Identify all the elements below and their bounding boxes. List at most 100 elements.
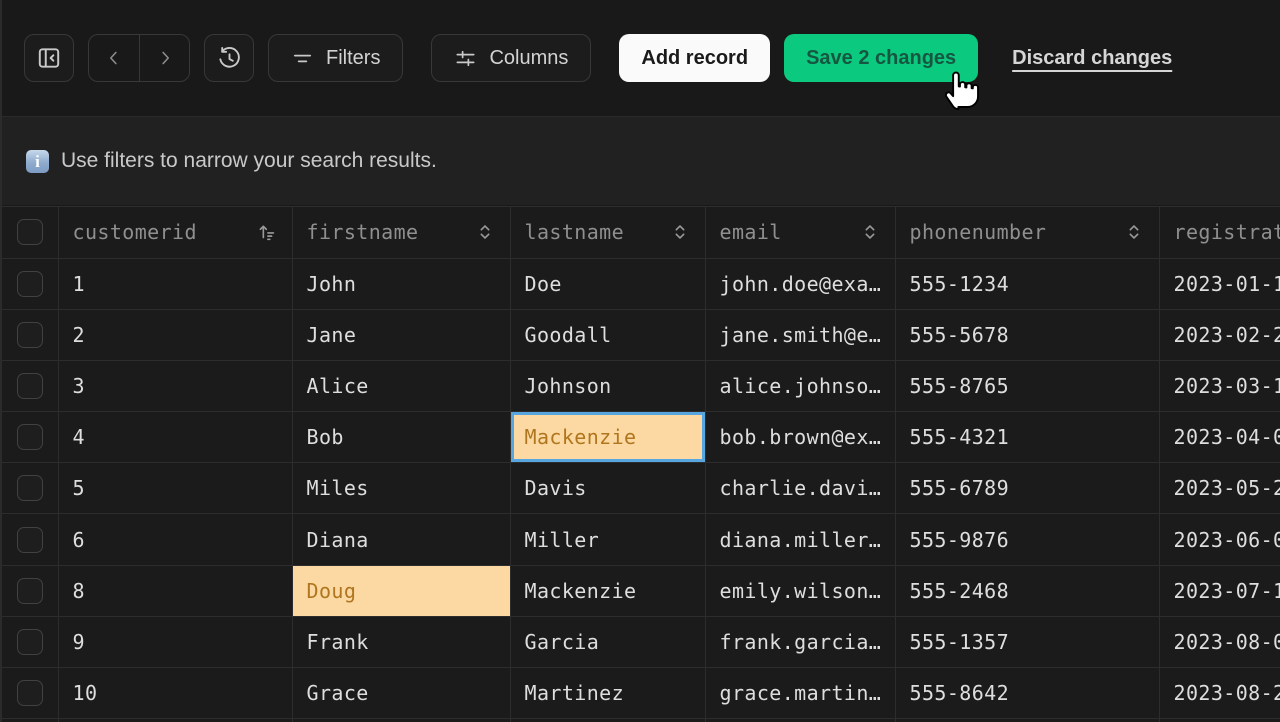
row-checkbox[interactable] xyxy=(17,680,43,706)
cell-customerid[interactable]: 2 xyxy=(58,309,292,360)
column-header-customerid[interactable]: customerid xyxy=(58,207,292,258)
cell-email[interactable]: diana.miller… xyxy=(705,514,895,565)
cell-email[interactable]: grace.martin… xyxy=(705,668,895,719)
sort-ascending-icon[interactable] xyxy=(256,221,278,243)
table-row: 6DianaMillerdiana.miller…555-98762023-06… xyxy=(2,514,1280,565)
header-row: customeridfirstname lastname email phonenum… xyxy=(2,207,1280,258)
cell-firstname[interactable]: Bob xyxy=(292,412,510,463)
cell-registrationdate[interactable]: 2023-05-2 xyxy=(1159,463,1280,514)
info-icon: i xyxy=(26,150,49,173)
column-label: email xyxy=(720,220,782,244)
cell-lastname[interactable]: Johnson xyxy=(510,360,705,411)
cell-firstname[interactable]: Miles xyxy=(292,463,510,514)
row-checkbox[interactable] xyxy=(17,424,43,450)
column-header-registrationdate[interactable]: registrat xyxy=(1159,207,1280,258)
cell-firstname[interactable]: Diana xyxy=(292,514,510,565)
cell-email[interactable]: john.doe@exa… xyxy=(705,258,895,309)
cell-lastname[interactable]: Martinez xyxy=(510,668,705,719)
cell-phonenumber[interactable]: 555-1357 xyxy=(895,616,1159,667)
discard-changes-link[interactable]: Discard changes xyxy=(1012,47,1172,70)
cell-customerid[interactable]: 5 xyxy=(58,463,292,514)
back-button[interactable] xyxy=(89,35,139,81)
sort-chevrons-icon[interactable] xyxy=(474,221,496,243)
cell-registrationdate[interactable]: 2023-07-1 xyxy=(1159,565,1280,616)
cell-lastname[interactable]: Mackenzie xyxy=(510,412,705,463)
cell-customerid[interactable]: 10 xyxy=(58,668,292,719)
cell-email[interactable]: charlie.davi… xyxy=(705,463,895,514)
cell-phonenumber[interactable]: 555-5678 xyxy=(895,309,1159,360)
cell-firstname[interactable]: Frank xyxy=(292,616,510,667)
row-checkbox[interactable] xyxy=(17,629,43,655)
sort-chevrons-icon[interactable] xyxy=(1123,221,1145,243)
add-record-label: Add record xyxy=(641,47,748,70)
cell-email[interactable]: alice.johnso… xyxy=(705,360,895,411)
cell-registrationdate[interactable]: 2023-01-1 xyxy=(1159,258,1280,309)
cell-phonenumber[interactable]: 555-8765 xyxy=(895,360,1159,411)
table-row: 5MilesDavischarlie.davi…555-67892023-05-… xyxy=(2,463,1280,514)
cell-lastname[interactable]: Goodall xyxy=(510,309,705,360)
toggle-side-panel-button[interactable] xyxy=(24,34,74,82)
cell-lastname[interactable]: Davis xyxy=(510,463,705,514)
cell-registrationdate[interactable]: 2023-08-2 xyxy=(1159,668,1280,719)
cell-registrationdate[interactable]: 2023-03-1 xyxy=(1159,360,1280,411)
table-row: 10GraceMartinezgrace.martin…555-86422023… xyxy=(2,668,1280,719)
cell-phonenumber[interactable]: 555-2468 xyxy=(895,565,1159,616)
table-row: 3AliceJohnsonalice.johnso…555-87652023-0… xyxy=(2,360,1280,411)
cell-email[interactable]: emily.wilson… xyxy=(705,565,895,616)
select-all-checkbox[interactable] xyxy=(17,219,43,245)
add-record-button[interactable]: Add record xyxy=(619,34,770,82)
column-header-phonenumber[interactable]: phonenumber xyxy=(895,207,1159,258)
cell-lastname[interactable]: Miller xyxy=(510,514,705,565)
row-checkbox[interactable] xyxy=(17,527,43,553)
cell-customerid[interactable]: 1 xyxy=(58,258,292,309)
cell-email[interactable]: bob.brown@ex… xyxy=(705,412,895,463)
table-row: 9FrankGarciafrank.garcia…555-13572023-08… xyxy=(2,616,1280,667)
cell-lastname[interactable]: Garcia xyxy=(510,616,705,667)
column-header-firstname[interactable]: firstname xyxy=(292,207,510,258)
history-clock-icon xyxy=(217,46,242,71)
column-header-email[interactable]: email xyxy=(705,207,895,258)
cell-registrationdate[interactable]: 2023-04-0 xyxy=(1159,412,1280,463)
table-row: 8DougMackenzieemily.wilson…555-24682023-… xyxy=(2,565,1280,616)
cell-registrationdate[interactable]: 2023-06-0 xyxy=(1159,514,1280,565)
cell-phonenumber[interactable]: 555-1234 xyxy=(895,258,1159,309)
column-label: lastname xyxy=(525,220,625,244)
cell-firstname[interactable]: Alice xyxy=(292,360,510,411)
cell-customerid[interactable]: 3 xyxy=(58,360,292,411)
sort-chevrons-icon[interactable] xyxy=(669,221,691,243)
cell-lastname[interactable]: Doe xyxy=(510,258,705,309)
row-checkbox[interactable] xyxy=(17,578,43,604)
cell-phonenumber[interactable]: 555-9876 xyxy=(895,514,1159,565)
cell-phonenumber[interactable]: 555-6789 xyxy=(895,463,1159,514)
cell-customerid[interactable]: 6 xyxy=(58,514,292,565)
cell-customerid[interactable]: 8 xyxy=(58,565,292,616)
toolbar: Filters Columns Add record Save 2 change… xyxy=(2,0,1280,117)
row-checkbox[interactable] xyxy=(17,373,43,399)
cell-firstname[interactable]: Jane xyxy=(292,309,510,360)
cell-phonenumber[interactable]: 555-8642 xyxy=(895,668,1159,719)
cell-firstname[interactable]: Grace xyxy=(292,668,510,719)
columns-button[interactable]: Columns xyxy=(431,34,591,82)
save-changes-label: Save 2 changes xyxy=(806,47,956,70)
row-checkbox[interactable] xyxy=(17,271,43,297)
cell-email[interactable]: jane.smith@e… xyxy=(705,309,895,360)
cell-customerid[interactable]: 9 xyxy=(58,616,292,667)
row-checkbox[interactable] xyxy=(17,475,43,501)
sort-chevrons-icon[interactable] xyxy=(859,221,881,243)
cell-phonenumber[interactable]: 555-4321 xyxy=(895,412,1159,463)
records-table: customeridfirstname lastname email phonenum… xyxy=(2,207,1280,722)
forward-button[interactable] xyxy=(139,35,189,81)
row-checkbox[interactable] xyxy=(17,322,43,348)
history-button[interactable] xyxy=(204,34,254,82)
cell-registrationdate[interactable]: 2023-08-0 xyxy=(1159,616,1280,667)
cell-customerid[interactable]: 4 xyxy=(58,412,292,463)
cell-email[interactable]: frank.garcia… xyxy=(705,616,895,667)
table-row: 2JaneGoodalljane.smith@e…555-56782023-02… xyxy=(2,309,1280,360)
cell-lastname[interactable]: Mackenzie xyxy=(510,565,705,616)
filters-button[interactable]: Filters xyxy=(268,34,403,82)
column-header-lastname[interactable]: lastname xyxy=(510,207,705,258)
cell-firstname[interactable]: Doug xyxy=(292,565,510,616)
cell-firstname[interactable]: John xyxy=(292,258,510,309)
save-changes-button[interactable]: Save 2 changes xyxy=(784,34,978,82)
cell-registrationdate[interactable]: 2023-02-2 xyxy=(1159,309,1280,360)
